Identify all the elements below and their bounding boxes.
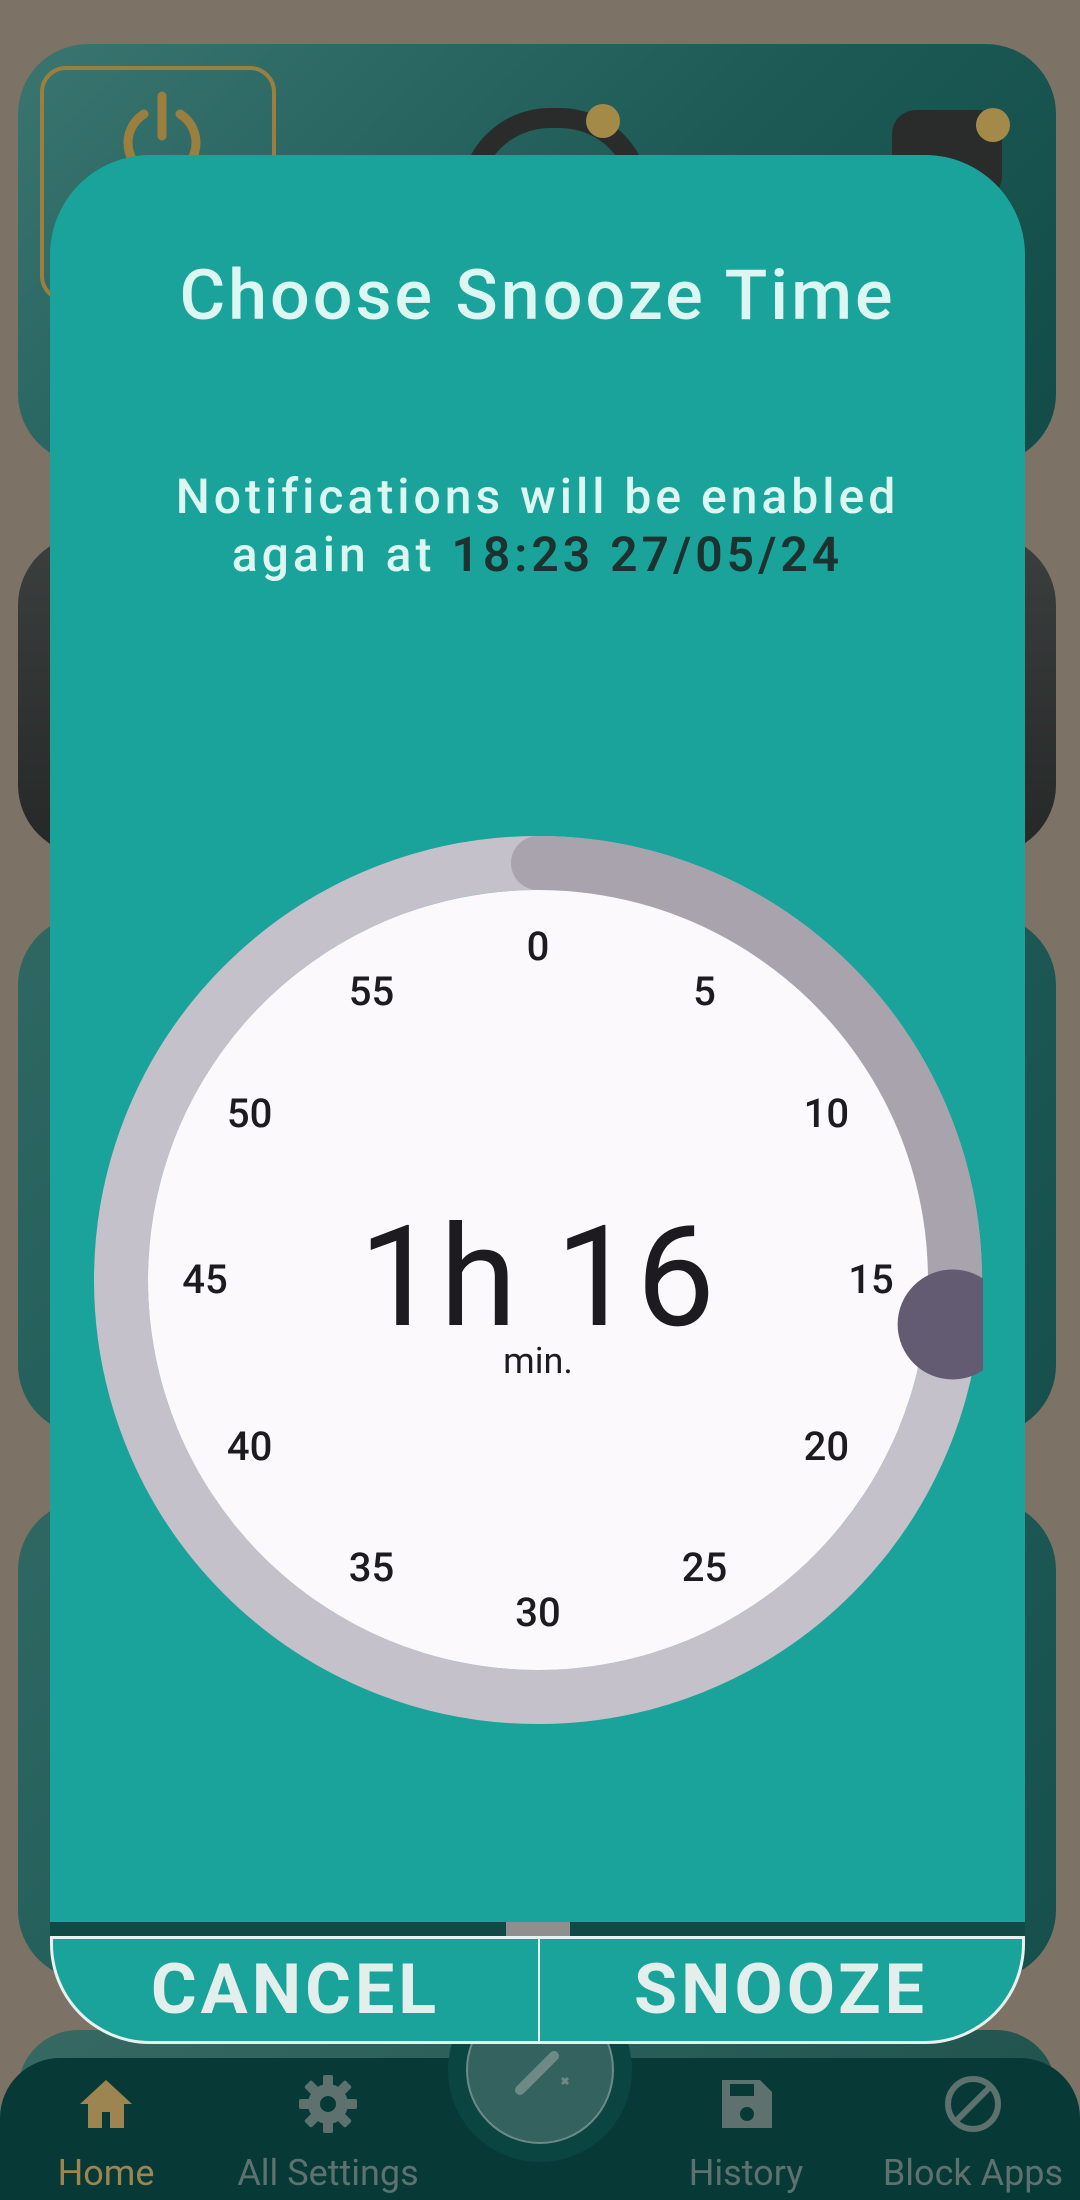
snooze-button[interactable]: SNOOZE: [538, 1936, 1025, 2044]
nav-label-all-settings: All Settings: [237, 2152, 419, 2194]
message-line-1: Notifications will be enabled: [175, 468, 900, 525]
badge-dot: [976, 108, 1010, 142]
button-divider-tick: [506, 1922, 570, 1936]
dial-label-20: 20: [803, 1422, 850, 1470]
cancel-button[interactable]: CANCEL: [50, 1936, 540, 2044]
nav-label-block-apps: Block Apps: [882, 2152, 1064, 2194]
dialog-title: Choose Snooze Time: [179, 255, 896, 337]
nav-item-all-settings[interactable]: All Settings: [218, 2070, 438, 2194]
nav-item-block-apps[interactable]: Block Apps: [858, 2070, 1080, 2194]
save-icon: [722, 2080, 772, 2128]
dial-label-35: 35: [348, 1544, 395, 1592]
snooze-time-dial[interactable]: 0 5 10 15 20 25 30 35 40 45 50 55 1h 16 min.: [93, 835, 983, 1725]
dial-label-50: 50: [226, 1089, 273, 1137]
dial-label-30: 30: [515, 1589, 561, 1636]
dialog-message: Notifications will be enabled again at 1…: [110, 468, 965, 584]
reenable-datetime: 18:23 27/05/24: [451, 526, 844, 583]
home-icon: [80, 2080, 132, 2128]
dial-label-40: 40: [226, 1422, 273, 1470]
nav-item-history[interactable]: History: [636, 2070, 856, 2194]
gear-icon: [299, 2075, 357, 2133]
badge-dot: [586, 104, 620, 138]
nav-item-home[interactable]: Home: [0, 2070, 216, 2194]
dial-label-55: 55: [348, 967, 395, 1015]
dial-label-0: 0: [526, 923, 550, 970]
dial-label-5: 5: [693, 967, 716, 1015]
snooze-duration-value: 1h 16: [359, 1196, 717, 1360]
message-line-2-prefix: again at: [231, 526, 452, 583]
nav-label-history: History: [688, 2152, 804, 2194]
dial-label-10: 10: [803, 1089, 850, 1137]
block-icon: [945, 2076, 1001, 2132]
dial-label-25: 25: [681, 1544, 728, 1592]
snooze-duration-unit: min.: [503, 1340, 573, 1382]
nav-label-home: Home: [57, 2152, 155, 2194]
